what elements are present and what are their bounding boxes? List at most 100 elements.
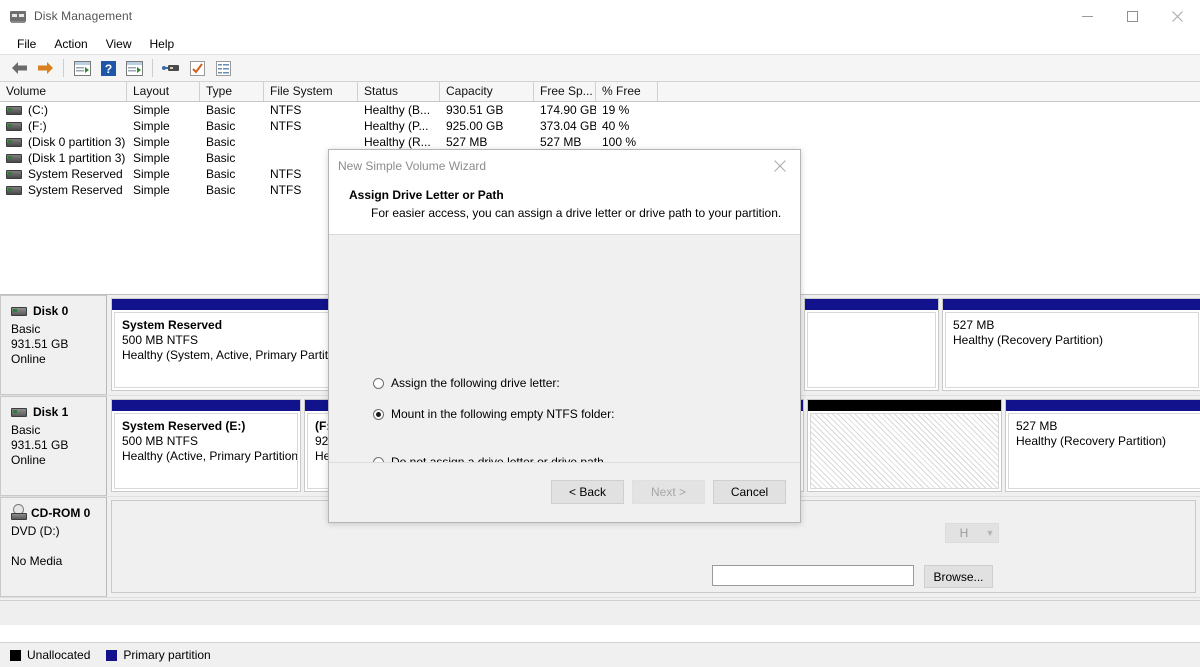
show-hide-console-tree-icon[interactable]: [69, 57, 95, 79]
dialog-footer: < Back Next > Cancel: [329, 462, 800, 522]
menu-item-help[interactable]: Help: [141, 35, 184, 53]
dialog-title-bar: New Simple Volume Wizard: [329, 150, 800, 182]
back-button[interactable]: < Back: [551, 480, 624, 504]
legend-label-unallocated: Unallocated: [27, 648, 91, 662]
disk-info-disk-0[interactable]: Disk 0 Basic 931.51 GB Online: [0, 295, 107, 395]
disk-state: Online: [11, 352, 46, 366]
table-row[interactable]: (Disk 0 partition 3) Simple Basic Health…: [0, 134, 1200, 150]
disk-management-icon: [10, 8, 26, 24]
drive-icon: [6, 153, 22, 163]
properties-icon[interactable]: [184, 57, 210, 79]
new-simple-volume-wizard-dialog: New Simple Volume Wizard Assign Drive Le…: [328, 149, 999, 588]
partition-system-reserved-e[interactable]: System Reserved (E:) 500 MB NTFS Healthy…: [111, 399, 301, 492]
back-icon[interactable]: [6, 57, 32, 79]
radio-button[interactable]: [373, 377, 384, 389]
cell-free-space: 174.90 GB: [540, 103, 596, 117]
radio-assign-drive-letter[interactable]: Assign the following drive letter:: [373, 376, 560, 390]
legend-swatch-primary: [106, 649, 118, 661]
disk-size: 931.51 GB: [11, 337, 69, 351]
toolbar-separator: [63, 59, 64, 77]
disk-type: DVD (D:): [11, 524, 60, 538]
partition-recovery-disk-1[interactable]: 527 MB Healthy (Recovery Partition): [1005, 399, 1200, 492]
disk-state: No Media: [11, 554, 63, 568]
cell-layout: Simple: [133, 183, 170, 197]
disk-name: Disk 1: [33, 405, 69, 419]
column-header-percent-free[interactable]: % Free: [596, 82, 658, 101]
dialog-subheading: For easier access, you can assign a driv…: [371, 206, 782, 220]
cell-type: Basic: [206, 103, 236, 117]
browse-button[interactable]: Browse...: [924, 565, 993, 588]
partition-color-bar: [805, 299, 938, 310]
dialog-title: New Simple Volume Wizard: [338, 159, 487, 173]
folder-path-input[interactable]: [712, 565, 914, 586]
drive-letter-dropdown[interactable]: H ▼: [945, 523, 999, 543]
cell-status: Healthy (B...: [364, 103, 431, 117]
partition-recovery-disk-0[interactable]: 527 MB Healthy (Recovery Partition): [942, 298, 1200, 391]
help-icon[interactable]: ?: [95, 57, 121, 79]
cell-volume: (C:): [28, 103, 48, 117]
column-header-status[interactable]: Status: [358, 82, 440, 101]
legend-item-primary-partition: Primary partition: [106, 648, 211, 662]
radio-mount-ntfs-folder[interactable]: Mount in the following empty NTFS folder…: [373, 407, 614, 421]
menu-item-file[interactable]: File: [8, 35, 45, 53]
disk-name: CD-ROM 0: [31, 506, 91, 520]
forward-icon[interactable]: [32, 57, 58, 79]
list-view-icon[interactable]: [210, 57, 236, 79]
cell-file-system: NTFS: [270, 119, 302, 133]
minimize-icon[interactable]: [1065, 0, 1110, 32]
rescan-disks-icon[interactable]: [158, 57, 184, 79]
cancel-button[interactable]: Cancel: [713, 480, 786, 504]
partition-size: 527 MB: [953, 318, 995, 332]
cell-layout: Simple: [133, 119, 170, 133]
cell-free-space: 527 MB: [540, 135, 582, 149]
disk-type: Basic: [11, 423, 41, 437]
cell-layout: Simple: [133, 167, 170, 181]
window-title: Disk Management: [34, 9, 133, 23]
status-strip: [0, 600, 1200, 625]
cell-capacity: 930.51 GB: [446, 103, 504, 117]
table-row[interactable]: (C:) Simple Basic NTFS Healthy (B... 930…: [0, 102, 1200, 118]
legend-item-unallocated: Unallocated: [10, 648, 90, 662]
legend-swatch-unallocated: [10, 649, 21, 661]
cell-file-system: NTFS: [270, 103, 302, 117]
dialog-heading: Assign Drive Letter or Path: [349, 188, 504, 202]
cell-capacity: 527 MB: [446, 135, 488, 149]
table-row[interactable]: (F:) Simple Basic NTFS Healthy (P... 925…: [0, 118, 1200, 134]
close-icon[interactable]: [760, 150, 800, 182]
partition-status: Healthy (Recovery Partition): [1016, 434, 1167, 448]
menu-item-view[interactable]: View: [97, 35, 141, 53]
window-controls: [1065, 0, 1200, 32]
cell-volume: System Reserved: [28, 167, 123, 181]
cell-volume: (F:): [28, 119, 47, 133]
maximize-icon[interactable]: [1110, 0, 1155, 32]
cell-percent-free: 100 %: [602, 135, 637, 149]
drive-icon: [6, 105, 22, 115]
cell-layout: Simple: [133, 135, 170, 149]
column-header-file-system[interactable]: File System: [264, 82, 358, 101]
column-header-capacity[interactable]: Capacity: [440, 82, 534, 101]
cell-type: Basic: [206, 167, 236, 181]
column-header-type[interactable]: Type: [200, 82, 264, 101]
partition-c-drive[interactable]: [804, 298, 939, 391]
radio-label: Assign the following drive letter:: [391, 376, 560, 390]
drive-icon: [6, 137, 22, 147]
radio-button[interactable]: [373, 408, 384, 420]
column-header-volume[interactable]: Volume: [0, 82, 127, 101]
toolbar-separator: [152, 59, 153, 77]
disk-info-cdrom-0[interactable]: CD-ROM 0 DVD (D:) No Media: [0, 497, 107, 597]
disk-name: Disk 0: [33, 304, 69, 318]
column-header-free-space[interactable]: Free Sp...: [534, 82, 596, 101]
partition-status: Healthy (Active, Primary Partition): [122, 449, 298, 463]
menu-item-action[interactable]: Action: [45, 35, 96, 53]
show-hide-action-pane-icon[interactable]: [121, 57, 147, 79]
legend-label-primary: Primary partition: [123, 648, 211, 662]
svg-text:?: ?: [104, 62, 111, 76]
disk-info-disk-1[interactable]: Disk 1 Basic 931.51 GB Online: [0, 396, 107, 496]
toolbar: ?: [0, 54, 1200, 82]
column-header-layout[interactable]: Layout: [127, 82, 200, 101]
dialog-header: Assign Drive Letter or Path For easier a…: [329, 182, 800, 235]
volume-list-header: Volume Layout Type File System Status Ca…: [0, 82, 1200, 102]
next-button: Next >: [632, 480, 705, 504]
close-icon[interactable]: [1155, 0, 1200, 32]
partition-unallocated[interactable]: [807, 399, 1002, 492]
